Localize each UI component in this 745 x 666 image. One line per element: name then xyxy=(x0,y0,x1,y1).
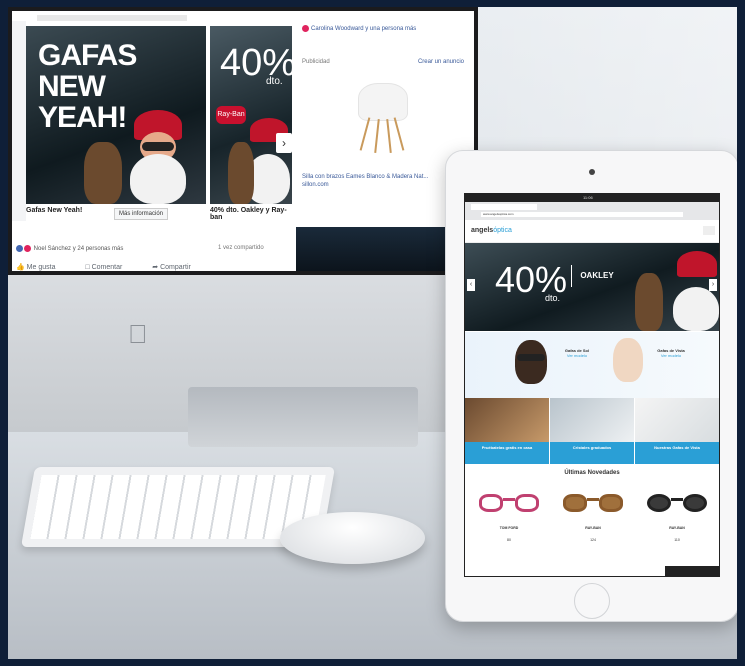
model-man xyxy=(515,340,547,384)
discount-percent: 40% xyxy=(220,42,297,84)
video-thumbnail[interactable] xyxy=(296,227,470,271)
product-price: 80 xyxy=(507,538,511,542)
site-header: angelsóptica xyxy=(465,220,719,243)
chair-seat xyxy=(358,83,408,121)
facebook-post: GAFAS NEW YEAH! 40% dto. Ray-Ban › Gafas… xyxy=(12,21,296,271)
more-info-button[interactable]: Más información xyxy=(114,208,169,220)
cart-icon[interactable] xyxy=(703,226,715,235)
ad-title-link[interactable]: Silla con brazos Eames Blanco & Madera N… xyxy=(302,173,462,189)
reaction-summary[interactable]: Noel Sánchez y 24 personas más xyxy=(16,245,123,252)
browser-tab[interactable] xyxy=(471,204,537,210)
hero-next-button[interactable]: › xyxy=(709,279,717,291)
product-price: 110 xyxy=(674,538,680,542)
lens xyxy=(563,494,587,512)
carousel-next-button[interactable]: › xyxy=(276,133,292,153)
lens xyxy=(599,494,623,512)
tile-image xyxy=(550,398,634,442)
discount-label: dto. xyxy=(266,76,283,87)
product-glasses-2[interactable] xyxy=(563,490,623,516)
oakley-logo: OAKLEY xyxy=(571,265,622,287)
love-reaction-icon xyxy=(24,245,31,252)
santa-beard xyxy=(130,154,186,204)
product-name[interactable]: RAY-BAN xyxy=(637,526,717,530)
tile-lenses[interactable]: Cristales graduados xyxy=(550,398,634,464)
lens xyxy=(647,494,671,512)
right-column: Carolina Woodward y una persona más Publ… xyxy=(296,21,470,271)
model-woman xyxy=(613,338,643,382)
comment-button[interactable]: □ Comentar xyxy=(85,264,136,271)
sun-models-label[interactable]: Gafas de Sol Ver modelo xyxy=(557,348,597,358)
reindeer xyxy=(635,273,663,331)
hero-banner[interactable]: 40% dto. OAKLEY ‹ › xyxy=(465,243,719,331)
product-glasses-3[interactable] xyxy=(647,490,707,516)
post-actions: 👍 Me gusta □ Comentar ➦ Compartir xyxy=(16,263,219,271)
sunglasses xyxy=(517,354,545,361)
card-headline: GAFAS NEW YEAH! xyxy=(38,39,137,134)
tile-try-home[interactable]: Pruébatelas gratis en casa xyxy=(465,398,549,464)
tile-optical[interactable]: Nuestras Gafas de Vista xyxy=(635,398,719,464)
bottom-cta-bar[interactable] xyxy=(665,566,719,576)
carousel-card-1[interactable]: GAFAS NEW YEAH! xyxy=(26,26,206,204)
chair-leg xyxy=(374,118,380,154)
models-section: Gafas de Sol Ver modelo Gafas de Vista Ver… xyxy=(465,332,719,398)
browser-chrome: www.angelsoptica.com xyxy=(465,202,719,220)
goggles xyxy=(142,142,174,151)
product-name[interactable]: TOM FORD xyxy=(469,526,549,530)
home-button[interactable] xyxy=(574,583,610,619)
product-name[interactable]: RAY-BAN xyxy=(553,526,633,530)
card-1-caption: Gafas New Yeah! Más información xyxy=(26,207,206,229)
optical-models-label[interactable]: Gafas de Vista Ver modelo xyxy=(651,348,691,358)
chair-leg xyxy=(359,117,371,151)
avatar xyxy=(302,25,309,32)
tile-image xyxy=(465,398,549,442)
tablet-screen: 11:06 www.angelsoptica.com angelsóptica … xyxy=(464,193,720,577)
share-button[interactable]: ➦ Compartir xyxy=(152,264,205,271)
sponsored-row: Publicidad Crear un anuncio xyxy=(302,59,464,65)
keyboard-keys xyxy=(30,475,326,539)
chair-leg xyxy=(393,117,405,151)
card-2-caption: 40% dto. Oakley y Ray-ban xyxy=(210,207,287,221)
lens xyxy=(479,494,503,512)
product-glasses-1[interactable] xyxy=(479,490,539,516)
imac-screen: GAFAS NEW YEAH! 40% dto. Ray-Ban › Gafas… xyxy=(8,7,478,275)
hero-dto: dto. xyxy=(545,293,561,303)
chair-leg xyxy=(386,118,392,154)
feature-tiles: Pruébatelas gratis en casa Cristales gra… xyxy=(465,398,719,464)
ipad: 11:06 www.angelsoptica.com angelsóptica … xyxy=(445,150,737,622)
address-bar[interactable]: www.angelsoptica.com xyxy=(481,212,683,217)
product-price: 124 xyxy=(590,538,596,542)
facebook-feed: GAFAS NEW YEAH! 40% dto. Ray-Ban › Gafas… xyxy=(12,11,474,271)
friend-activity[interactable]: Carolina Woodward y una persona más xyxy=(302,25,416,32)
like-reaction-icon xyxy=(16,245,23,252)
create-ad-link[interactable]: Crear un anuncio xyxy=(418,59,464,65)
santa-hat xyxy=(677,251,717,277)
rayban-logo: Ray-Ban xyxy=(216,106,246,124)
tile-image xyxy=(635,398,719,442)
bridge xyxy=(671,498,683,501)
lens xyxy=(515,494,539,512)
new-arrivals-heading: Últimas Novedades xyxy=(564,470,620,476)
lens xyxy=(683,494,707,512)
site-logo[interactable]: angelsóptica xyxy=(471,227,512,234)
like-button[interactable]: 👍 Me gusta xyxy=(16,264,69,271)
left-sidebar xyxy=(12,21,26,221)
santa-beard xyxy=(673,287,719,331)
reindeer xyxy=(228,142,254,204)
bridge xyxy=(503,498,515,501)
chair-ad-image[interactable] xyxy=(302,69,464,169)
camera-icon xyxy=(589,169,595,175)
reindeer xyxy=(84,142,122,204)
carousel-card-2[interactable]: 40% dto. Ray-Ban xyxy=(210,26,296,204)
status-bar: 11:06 xyxy=(465,194,719,202)
desk-scene:  GAFASNEWYEAH! 40% dto. Ray-Ban xyxy=(8,7,737,659)
bridge xyxy=(587,498,599,501)
imac-stand xyxy=(188,387,418,447)
hero-prev-button[interactable]: ‹ xyxy=(467,279,475,291)
share-count[interactable]: 1 vez compartido xyxy=(218,245,264,251)
apple-logo-icon:  xyxy=(128,319,148,350)
magic-mouse xyxy=(280,512,425,564)
